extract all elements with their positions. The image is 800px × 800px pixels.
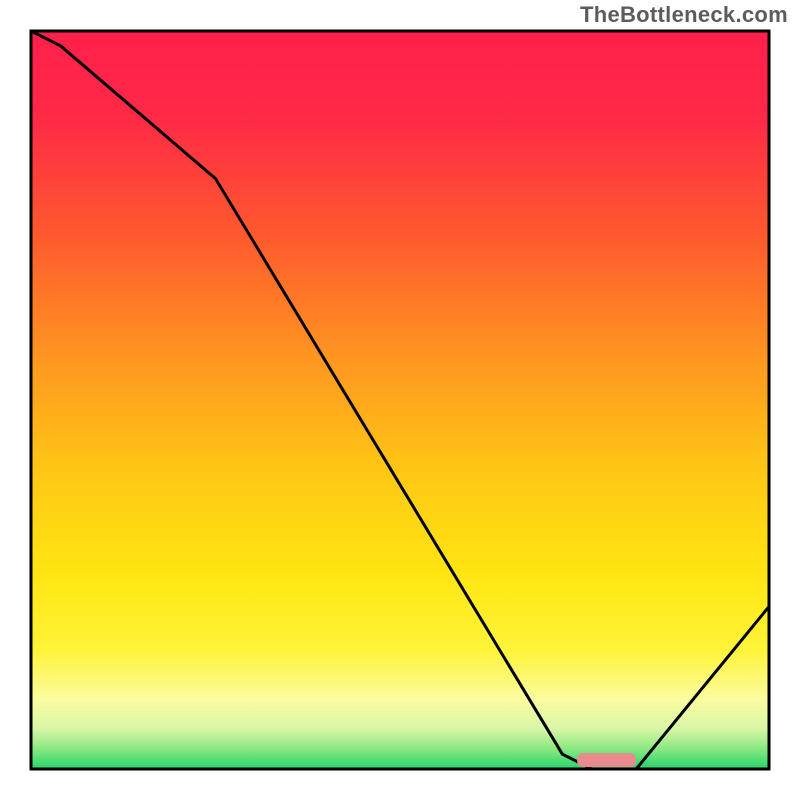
chart-container: TheBottleneck.com (0, 0, 800, 800)
bottleneck-chart (0, 0, 800, 800)
optimal-marker (577, 753, 636, 767)
plot-background (31, 31, 769, 769)
plot-area (31, 31, 769, 769)
